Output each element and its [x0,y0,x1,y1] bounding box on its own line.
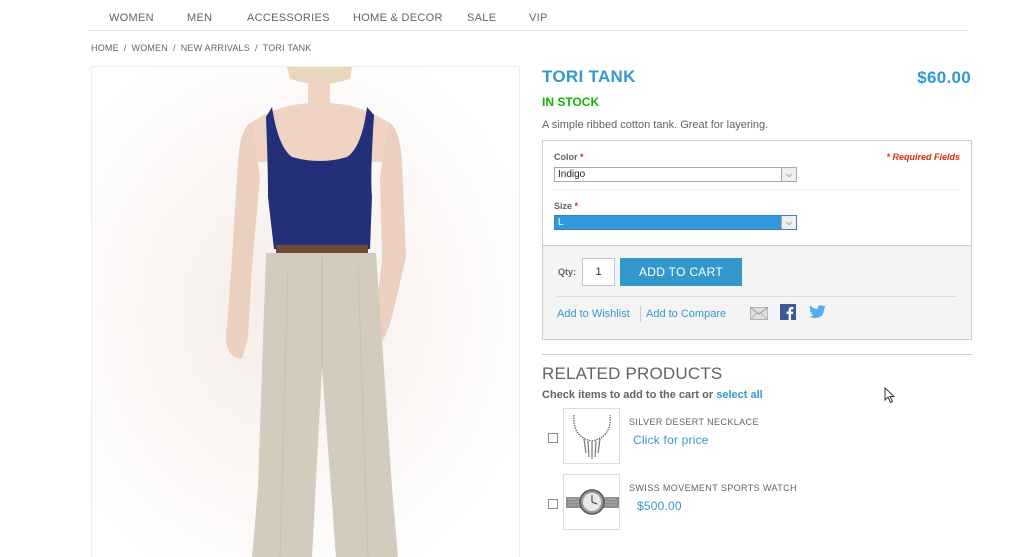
breadcrumb-new-arrivals[interactable]: NEW ARRIVALS [181,43,250,53]
product-name: TORI TANK [542,67,636,86]
select-all-link[interactable]: select all [716,389,762,401]
breadcrumb: HOME / WOMEN / NEW ARRIVALS / TORI TANK [91,43,311,53]
product-options: Color * * Required Fields Indigo ⌵ Size … [542,140,972,246]
qty-label: Qty: [558,267,576,277]
divider [554,189,960,190]
nav-item-women[interactable]: WOMEN [109,12,154,24]
related-item-thumbnail[interactable] [563,408,620,464]
necklace-image [573,414,611,459]
related-products-title: RELATED PRODUCTS [542,364,723,383]
link-separator [640,306,641,322]
nav-item-vip[interactable]: VIP [529,12,548,24]
add-to-compare-link[interactable]: Add to Compare [646,308,726,320]
mouse-cursor-icon [884,387,896,404]
breadcrumb-women[interactable]: WOMEN [132,43,169,53]
related-item-name[interactable]: SILVER DESERT NECKLACE [629,417,759,427]
nav-item-accessories[interactable]: ACCESSORIES [247,12,330,24]
related-item-price[interactable]: $500.00 [637,499,682,513]
color-label: Color * [554,152,584,162]
breadcrumb-separator: / [173,43,176,53]
related-item-thumbnail[interactable] [563,474,620,530]
qty-input[interactable]: 1 [582,258,615,286]
color-select-value: Indigo [558,169,586,180]
top-navigation: WOMEN MEN ACCESSORIES HOME & DECOR SALE … [88,0,968,31]
twitter-icon[interactable] [809,305,826,319]
facebook-icon[interactable] [780,304,796,320]
breadcrumb-current: TORI TANK [262,43,312,53]
watch-image [566,489,619,515]
add-to-cart-button[interactable]: ADD TO CART [620,258,742,286]
nav-item-men[interactable]: MEN [187,12,212,24]
stock-status: IN STOCK [542,95,600,109]
product-price: $60.00 [917,68,971,87]
chevron-down-icon: ⌵ [781,168,796,181]
size-select-value: L [558,217,564,228]
related-item-name[interactable]: SWISS MOVEMENT SPORTS WATCH [629,483,797,493]
breadcrumb-separator: / [254,43,258,53]
add-to-cart-box: Qty: 1 ADD TO CART Add to Wishlist Add t… [542,245,972,340]
nav-item-home-decor[interactable]: HOME & DECOR [353,12,443,24]
divider [557,296,957,297]
breadcrumb-separator: / [123,43,127,53]
related-item-checkbox[interactable] [548,499,558,509]
breadcrumb-home[interactable]: HOME [91,43,119,53]
product-image[interactable] [91,66,520,557]
email-icon[interactable] [750,307,768,320]
required-fields-note: * Required Fields [886,152,960,162]
size-label: Size * [554,201,579,211]
add-to-wishlist-link[interactable]: Add to Wishlist [557,308,630,320]
size-select[interactable]: L ⌵ [554,215,797,230]
related-products-instructions: Check items to add to the cart or select… [542,389,763,401]
divider [542,354,972,355]
product-photo [92,67,519,557]
chevron-down-icon: ⌵ [781,216,796,229]
nav-item-sale[interactable]: SALE [467,12,496,24]
related-item-price[interactable]: Click for price [633,433,709,447]
color-select[interactable]: Indigo ⌵ [554,167,797,182]
product-description: A simple ribbed cotton tank. Great for l… [542,119,769,131]
related-item-checkbox[interactable] [548,433,558,443]
